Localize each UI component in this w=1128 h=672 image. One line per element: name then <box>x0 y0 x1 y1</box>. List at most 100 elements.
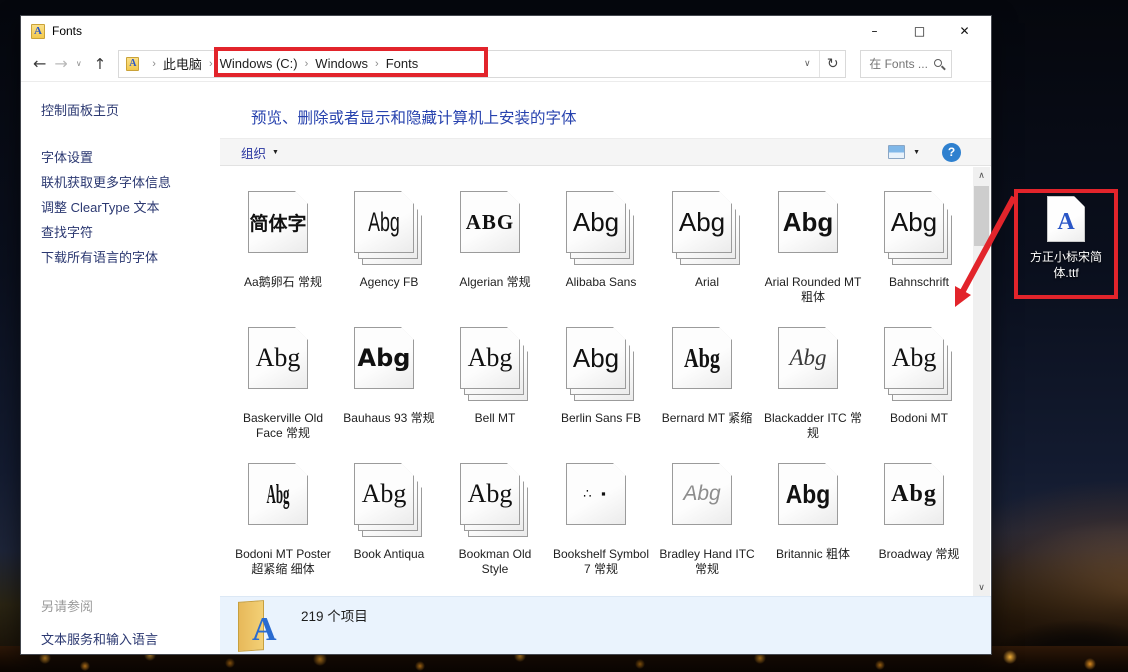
titlebar[interactable]: Fonts – □ ✕ <box>21 16 991 46</box>
fonts-folder-icon: A <box>238 601 282 651</box>
sidebar-item-get-more-fonts-online[interactable]: 联机获取更多字体信息 <box>41 170 220 195</box>
font-item[interactable]: Abg Arial Rounded MT 粗体 <box>760 177 866 313</box>
font-item-label: Britannic 粗体 <box>760 547 866 562</box>
page-title: 预览、删除或者显示和隐藏计算机上安装的字体 <box>251 106 577 128</box>
font-item-label: Bell MT <box>442 411 548 426</box>
font-item[interactable]: Abg Berlin Sans FB <box>548 313 654 449</box>
font-item[interactable]: Abg Bookman Old Style <box>442 449 548 585</box>
font-item-label: Broadway 常规 <box>866 547 972 562</box>
maximize-button[interactable]: □ <box>897 16 942 46</box>
refresh-icon[interactable]: ↻ <box>819 51 845 77</box>
minimize-button[interactable]: – <box>852 16 897 46</box>
font-file-icon: Abg <box>246 461 320 539</box>
font-item[interactable]: Abg Bahnschrift <box>866 177 972 313</box>
vertical-scrollbar[interactable]: ∧ ∨ <box>973 167 990 596</box>
sidebar-item-download-fonts-all-languages[interactable]: 下载所有语言的字体 <box>41 245 220 270</box>
font-item-label: Book Antiqua <box>336 547 442 562</box>
font-item[interactable]: Abg Bodoni MT <box>866 313 972 449</box>
details-pane: A 219 个项目 <box>220 596 991 654</box>
font-item[interactable]: Abg Bell MT <box>442 313 548 449</box>
change-view-icon[interactable] <box>888 145 905 159</box>
up-icon[interactable]: ↑ <box>94 55 107 73</box>
font-file-icon: Abg <box>776 189 850 267</box>
breadcrumb-segment-this-pc[interactable]: 此电脑 <box>163 54 202 73</box>
main-pane: 预览、删除或者显示和隐藏计算机上安装的字体 组织 ▼ ▼ ? 简体字 Aa鹅卵石… <box>220 82 991 654</box>
font-item[interactable]: Abg Arial <box>654 177 760 313</box>
navigation-bar: ← → ∨ ↑ › 此电脑 › Windows (C:) › Windows ›… <box>21 46 991 82</box>
views-chevron-down-icon[interactable]: ▼ <box>913 149 920 156</box>
font-item[interactable]: Abg Book Antiqua <box>336 449 442 585</box>
font-item-label: Bodoni MT <box>866 411 972 426</box>
scrollbar-thumb[interactable] <box>974 186 989 246</box>
font-item[interactable]: Abg Britannic 粗体 <box>760 449 866 585</box>
font-item[interactable]: Abg Baskerville Old Face 常规 <box>230 313 336 449</box>
history-chevron-icon[interactable]: ∨ <box>76 59 82 68</box>
font-item-label: Arial <box>654 275 760 290</box>
sidebar-item-control-panel-home[interactable]: 控制面板主页 <box>41 98 220 123</box>
font-file-icon: Abg <box>776 325 850 403</box>
font-item-label: Bernard MT 紧缩 <box>654 411 760 426</box>
address-fonts-icon <box>126 57 139 71</box>
font-file-icon: Abg <box>352 189 426 267</box>
font-file-icon: Abg <box>882 325 956 403</box>
font-item[interactable]: Abg Bernard MT 紧缩 <box>654 313 760 449</box>
close-button[interactable]: ✕ <box>942 16 987 46</box>
font-item[interactable]: Abg Agency FB <box>336 177 442 313</box>
font-file-icon: Abg <box>458 325 532 403</box>
chevron-down-icon: ▼ <box>272 149 279 156</box>
font-item[interactable]: Abg Blackadder ITC 常规 <box>760 313 866 449</box>
font-file-icon: Abg <box>564 325 638 403</box>
command-toolbar: 组织 ▼ ▼ ? <box>220 138 991 166</box>
scroll-up-icon[interactable]: ∧ <box>973 167 990 184</box>
font-item[interactable]: 简体字 Aa鹅卵石 常规 <box>230 177 336 313</box>
font-file-icon: Abg <box>352 461 426 539</box>
font-grid: 简体字 Aa鹅卵石 常规 Abg Agency FB ABG Algerian … <box>230 177 972 585</box>
search-box[interactable] <box>860 50 952 78</box>
font-item[interactable]: ∴ ▪ Bookshelf Symbol 7 常规 <box>548 449 654 585</box>
organize-button[interactable]: 组织 ▼ <box>241 143 279 162</box>
annotation-box-breadcrumb <box>214 47 488 77</box>
fonts-window: Fonts – □ ✕ ← → ∨ ↑ › 此电脑 › Windows (C:)… <box>20 15 992 655</box>
font-item[interactable]: Abg Broadway 常规 <box>866 449 972 585</box>
font-item-label: Alibaba Sans <box>548 275 654 290</box>
font-file-icon: Abg <box>458 461 532 539</box>
sidebar-item-adjust-cleartype[interactable]: 调整 ClearType 文本 <box>41 195 220 220</box>
font-file-icon: 简体字 <box>246 189 320 267</box>
font-item-label: Blackadder ITC 常规 <box>760 411 866 441</box>
font-item-label: Agency FB <box>336 275 442 290</box>
font-file-icon: Abg <box>670 461 744 539</box>
font-item-label: Bauhaus 93 常规 <box>336 411 442 426</box>
font-file-icon: Abg <box>246 325 320 403</box>
font-item[interactable]: Abg Bodoni MT Poster 超紧缩 细体 <box>230 449 336 585</box>
font-file-icon: Abg <box>670 189 744 267</box>
font-item-label: Bookman Old Style <box>442 547 548 577</box>
sidebar-item-find-character[interactable]: 查找字符 <box>41 220 220 245</box>
font-item[interactable]: Abg Bradley Hand ITC 常规 <box>654 449 760 585</box>
window-title: Fonts <box>52 24 82 38</box>
search-icon[interactable] <box>934 59 942 67</box>
font-item-label: Bookshelf Symbol 7 常规 <box>548 547 654 577</box>
sidebar-item-text-services-input-languages[interactable]: 文本服务和输入语言 <box>41 627 158 652</box>
sidebar-item-font-settings[interactable]: 字体设置 <box>41 145 220 170</box>
scroll-down-icon[interactable]: ∨ <box>973 579 990 596</box>
see-also-heading: 另请参阅 <box>41 596 158 615</box>
font-item[interactable]: Abg Bauhaus 93 常规 <box>336 313 442 449</box>
font-item-label: Aa鹅卵石 常规 <box>230 275 336 290</box>
font-item[interactable]: Abg Alibaba Sans <box>548 177 654 313</box>
forward-icon[interactable]: → <box>54 54 67 73</box>
font-file-icon: Abg <box>882 461 956 539</box>
breadcrumb-separator: › <box>145 58 163 70</box>
font-file-icon: ∴ ▪ <box>564 461 638 539</box>
font-file-icon: Abg <box>882 189 956 267</box>
font-file-icon: ABG <box>458 189 532 267</box>
font-item[interactable]: ABG Algerian 常规 <box>442 177 548 313</box>
font-item-label: Bodoni MT Poster 超紧缩 细体 <box>230 547 336 577</box>
font-item-label: Algerian 常规 <box>442 275 548 290</box>
font-file-icon: Abg <box>776 461 850 539</box>
font-file-icon: Abg <box>670 325 744 403</box>
font-item-label: Bahnschrift <box>866 275 972 290</box>
address-dropdown-icon[interactable]: ∨ <box>795 58 819 69</box>
back-icon[interactable]: ← <box>33 54 46 73</box>
font-item-label: Berlin Sans FB <box>548 411 654 426</box>
help-button[interactable]: ? <box>942 143 961 162</box>
